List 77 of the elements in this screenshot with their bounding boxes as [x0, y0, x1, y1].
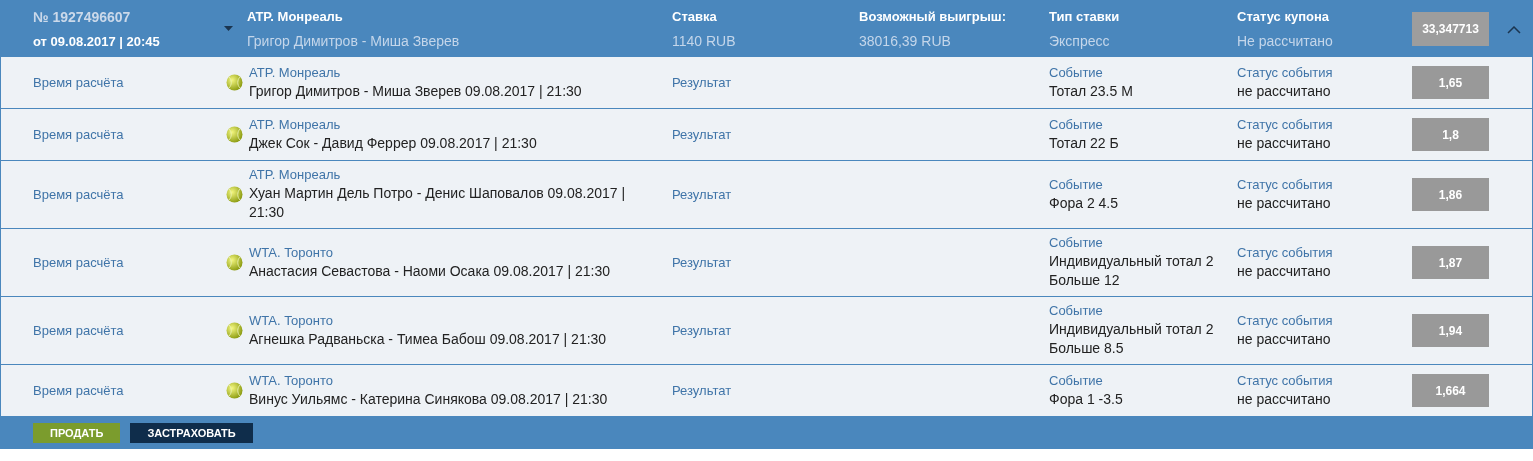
coupon-status-label: Статус купона [1237, 8, 1331, 24]
result-link[interactable]: Результат [672, 383, 859, 398]
tournament-link[interactable]: WTA. Торонто [249, 372, 608, 388]
result-link[interactable]: Результат [672, 127, 859, 142]
result-link[interactable]: Результат [672, 187, 859, 202]
settlement-time-link[interactable]: Время расчёта [1, 75, 226, 90]
event-value: Индивидуальный тотал 2 Больше 8.5 [1049, 320, 1214, 358]
tennis-ball-icon [226, 126, 243, 143]
event-value: Тотал 22 Б [1049, 133, 1120, 153]
event-status-value: не рассчитано [1237, 193, 1332, 213]
settlement-time-link[interactable]: Время расчёта [1, 383, 226, 398]
event-value: Фора 1 -3.5 [1049, 389, 1124, 409]
event-status-value: не рассчитано [1237, 389, 1332, 409]
event-label: Событие [1049, 303, 1104, 318]
event-value: Фора 2 4.5 [1049, 193, 1120, 213]
stake-value: 1140 RUB [672, 32, 737, 49]
settlement-time-link[interactable]: Время расчёта [1, 323, 226, 338]
event-label: Событие [1049, 116, 1104, 132]
event-status-value: не рассчитано [1237, 81, 1332, 101]
match-name: Григор Димитров - Миша Зверев [247, 32, 460, 49]
tournament-link[interactable]: ATP. Монреаль [249, 64, 582, 80]
event-value: Индивидуальный тотал 2 Больше 12 [1049, 252, 1214, 290]
tennis-ball-icon [226, 322, 243, 339]
total-odds: 33,347713 [1412, 11, 1489, 46]
sell-button[interactable]: ПРОДАТЬ [33, 422, 121, 443]
result-link[interactable]: Результат [672, 255, 859, 270]
result-link[interactable]: Результат [672, 75, 859, 90]
event-status-label: Статус события [1237, 312, 1334, 328]
event-status-label: Статус события [1237, 244, 1334, 260]
match-text: Винус Уильямс - Катерина Синякова 09.08.2017 | 21:30 [249, 389, 608, 409]
caret-icon[interactable] [224, 26, 233, 31]
tennis-ball-icon [226, 186, 243, 203]
tournament-link[interactable]: WTA. Торонто [249, 244, 611, 260]
stake-label: Ставка [672, 8, 718, 24]
event-label: Событие [1049, 64, 1104, 80]
settlement-time-link[interactable]: Время расчёта [1, 187, 226, 202]
tennis-ball-icon [226, 74, 243, 91]
tournament-name: ATP. Монреаль [247, 8, 344, 24]
event-odds: 1,65 [1412, 66, 1489, 99]
event-odds: 1,94 [1412, 314, 1489, 347]
coupon-date: от 09.08.2017 | 20:45 [33, 33, 161, 49]
event-odds: 1,664 [1412, 374, 1489, 407]
event-status-value: не рассчитано [1237, 133, 1332, 153]
bet-type-label: Тип ставки [1049, 8, 1121, 24]
match-text: Джек Сок - Давид Феррер 09.08.2017 | 21:30 [249, 133, 537, 153]
event-odds: 1,86 [1412, 178, 1489, 211]
tennis-ball-icon [226, 254, 243, 271]
settlement-time-link[interactable]: Время расчёта [1, 255, 226, 270]
event-odds: 1,87 [1412, 246, 1489, 279]
event-status-value: не рассчитано [1237, 329, 1332, 349]
event-odds: 1,8 [1412, 118, 1489, 151]
settlement-time-link[interactable]: Время расчёта [1, 127, 226, 142]
event-label: Событие [1049, 372, 1104, 388]
match-text: Агнешка Радваньска - Тимеа Бабош 09.08.2017 | 21:30 [249, 329, 607, 349]
tournament-link[interactable]: ATP. Монреаль [249, 116, 537, 132]
tournament-link[interactable]: ATP. Монреаль [249, 167, 639, 182]
event-status-label: Статус события [1237, 176, 1334, 192]
event-status-label: Статус события [1237, 372, 1334, 388]
tournament-link[interactable]: WTA. Торонто [249, 312, 607, 328]
match-text: Хуан Мартин Дель Потро - Денис Шаповалов 09.08.2017 | 21:30 [249, 184, 627, 222]
event-status-value: не рассчитано [1237, 261, 1332, 281]
tennis-ball-icon [226, 382, 243, 399]
match-text: Григор Димитров - Миша Зверев 09.08.2017 | 21:30 [249, 81, 582, 101]
possible-win-label: Возможный выигрыш: [859, 8, 1007, 24]
insure-button[interactable]: ЗАСТРАХОВАТЬ [130, 422, 253, 443]
event-label: Событие [1049, 176, 1104, 192]
coupon-number: № 1927496607 [33, 8, 132, 25]
result-link[interactable]: Результат [672, 323, 859, 338]
coupon-status-value: Не рассчитано [1237, 32, 1334, 49]
event-status-label: Статус события [1237, 64, 1334, 80]
match-text: Анастасия Севастова - Наоми Осака 09.08.2017 | 21:30 [249, 261, 611, 281]
bet-type-value: Экспресс [1049, 32, 1111, 49]
event-value: Тотал 23.5 М [1049, 81, 1134, 101]
possible-win-value: 38016,39 RUB [859, 32, 952, 49]
event-label: Событие [1049, 235, 1104, 250]
chevron-up-icon[interactable] [1507, 25, 1521, 34]
event-status-label: Статус события [1237, 116, 1334, 132]
